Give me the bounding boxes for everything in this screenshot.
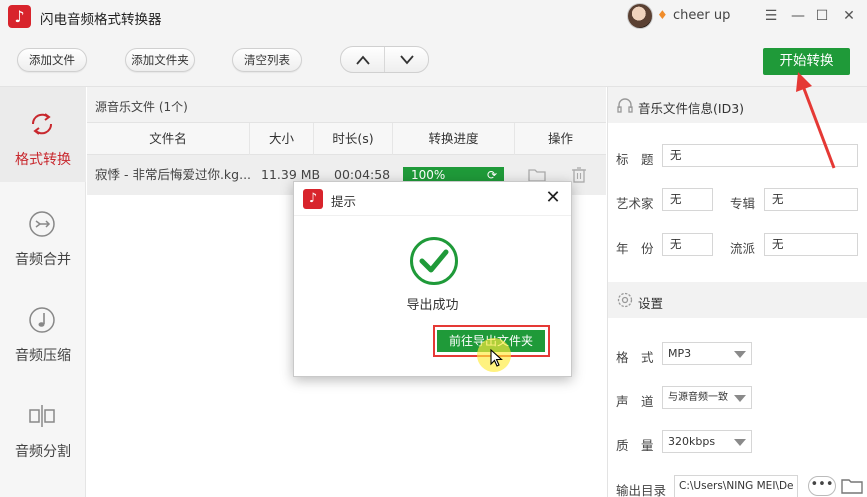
close-button[interactable]: ✕	[838, 5, 860, 27]
output-dir-field[interactable]: C:\Users\NING MEI\De	[674, 475, 798, 497]
move-down-button[interactable]	[385, 47, 429, 72]
album-label: 专辑	[730, 196, 756, 211]
sidebar-label-audio-split: 音频分割	[15, 444, 71, 460]
dialog-header: ♪ 提示 ✕	[294, 182, 571, 216]
table-header: 文件名 大小 时长(s) 转换进度 操作	[87, 123, 606, 155]
dialog-title: 提示	[331, 194, 357, 209]
app-logo-icon: ♪	[8, 5, 31, 28]
add-folder-button[interactable]: 添加文件夹	[125, 48, 195, 72]
dropdown-caret-icon	[734, 439, 746, 446]
format-select[interactable]: MP3	[662, 342, 752, 365]
app-title: 闪电音频格式转换器	[40, 12, 162, 28]
gear-icon	[617, 292, 633, 308]
merge-arrows-icon	[29, 211, 55, 237]
genre-label: 流派	[730, 241, 756, 256]
headphones-icon	[617, 98, 633, 113]
right-panel: 音乐文件信息(ID3) 标 题 无 艺术家 无 专辑 无 年 份 无 流派 无 …	[607, 87, 867, 497]
maximize-button[interactable]: ☐	[811, 5, 833, 27]
id3-section-title: 音乐文件信息(ID3)	[638, 101, 745, 116]
quality-select[interactable]: 320kbps	[662, 430, 752, 453]
sidebar-label-audio-compress: 音频压缩	[15, 348, 71, 364]
column-size[interactable]: 大小	[250, 123, 314, 155]
format-value: MP3	[668, 347, 692, 360]
sidebar: 格式转换 音频合并 音频压缩 音频分割	[0, 87, 86, 497]
column-duration[interactable]: 时长(s)	[314, 123, 393, 155]
menu-button[interactable]: ☰	[760, 5, 782, 27]
sidebar-item-audio-compress[interactable]: 音频压缩	[0, 283, 86, 378]
minimize-button[interactable]: —	[787, 5, 809, 27]
output-folder-icon[interactable]	[840, 477, 864, 495]
artist-field[interactable]: 无	[662, 188, 713, 211]
music-note-icon	[29, 307, 55, 333]
settings-section-title: 设置	[638, 296, 664, 311]
clear-list-button[interactable]: 清空列表	[232, 48, 302, 72]
channel-label: 声 道	[616, 394, 654, 409]
quality-value: 320kbps	[668, 435, 716, 448]
column-filename[interactable]: 文件名	[87, 123, 250, 155]
row-filename: 寂悸 - 非常后悔爱过你.kg...	[95, 167, 251, 182]
start-convert-button[interactable]: 开始转换	[763, 48, 850, 75]
dialog-close-button[interactable]: ✕	[543, 188, 563, 208]
album-field[interactable]: 无	[764, 188, 858, 211]
source-files-title: 源音乐文件 (1个)	[95, 100, 188, 114]
browse-dots-button[interactable]: •••	[808, 476, 836, 496]
vip-diamond-icon: ♦	[657, 8, 668, 22]
success-dialog: ♪ 提示 ✕ 导出成功 前往导出文件夹	[293, 181, 572, 377]
sidebar-item-format-convert[interactable]: 格式转换	[0, 87, 86, 182]
dialog-logo-icon: ♪	[303, 189, 323, 209]
split-icon	[29, 405, 55, 427]
move-button-group	[340, 46, 429, 73]
username[interactable]: cheer up	[673, 8, 730, 23]
channel-select[interactable]: 与源音频一致	[662, 386, 752, 409]
chevron-up-icon	[355, 55, 370, 65]
dialog-message: 导出成功	[406, 298, 459, 313]
sidebar-label-format-convert: 格式转换	[15, 152, 71, 168]
sidebar-item-audio-merge[interactable]: 音频合并	[0, 187, 86, 282]
genre-field[interactable]: 无	[764, 233, 858, 256]
move-up-button[interactable]	[341, 47, 385, 72]
delete-trash-icon[interactable]	[569, 165, 589, 185]
year-label: 年 份	[616, 241, 654, 256]
settings-section-header: 设置	[608, 282, 867, 318]
title-field[interactable]: 无	[662, 144, 858, 167]
title-label: 标 题	[616, 152, 654, 167]
column-progress[interactable]: 转换进度	[393, 123, 515, 155]
dropdown-caret-icon	[734, 395, 746, 402]
year-field[interactable]: 无	[662, 233, 713, 256]
id3-section-header: 音乐文件信息(ID3)	[608, 87, 867, 123]
column-actions: 操作	[547, 131, 573, 146]
title-bar: ♪ 闪电音频格式转换器 ♦ cheer up ☰ — ☐ ✕	[0, 0, 867, 34]
chevron-down-icon	[400, 55, 414, 65]
output-dir-label: 输出目录	[616, 483, 667, 497]
channel-value: 与源音频一致	[668, 392, 728, 403]
toolbar: 添加文件 添加文件夹 清空列表 开始转换	[0, 34, 867, 87]
format-label: 格 式	[616, 350, 654, 365]
dropdown-caret-icon	[734, 351, 746, 358]
sidebar-item-audio-split[interactable]: 音频分割	[0, 379, 86, 474]
success-check-icon	[410, 237, 458, 285]
source-files-header: 源音乐文件 (1个)	[87, 87, 606, 123]
add-file-button[interactable]: 添加文件	[17, 48, 87, 72]
sidebar-label-audio-merge: 音频合并	[15, 252, 71, 268]
refresh-cycle-icon	[31, 113, 53, 135]
avatar[interactable]	[627, 3, 653, 29]
quality-label: 质 量	[616, 438, 654, 453]
artist-label: 艺术家	[616, 196, 654, 211]
mouse-cursor-icon	[490, 349, 503, 367]
